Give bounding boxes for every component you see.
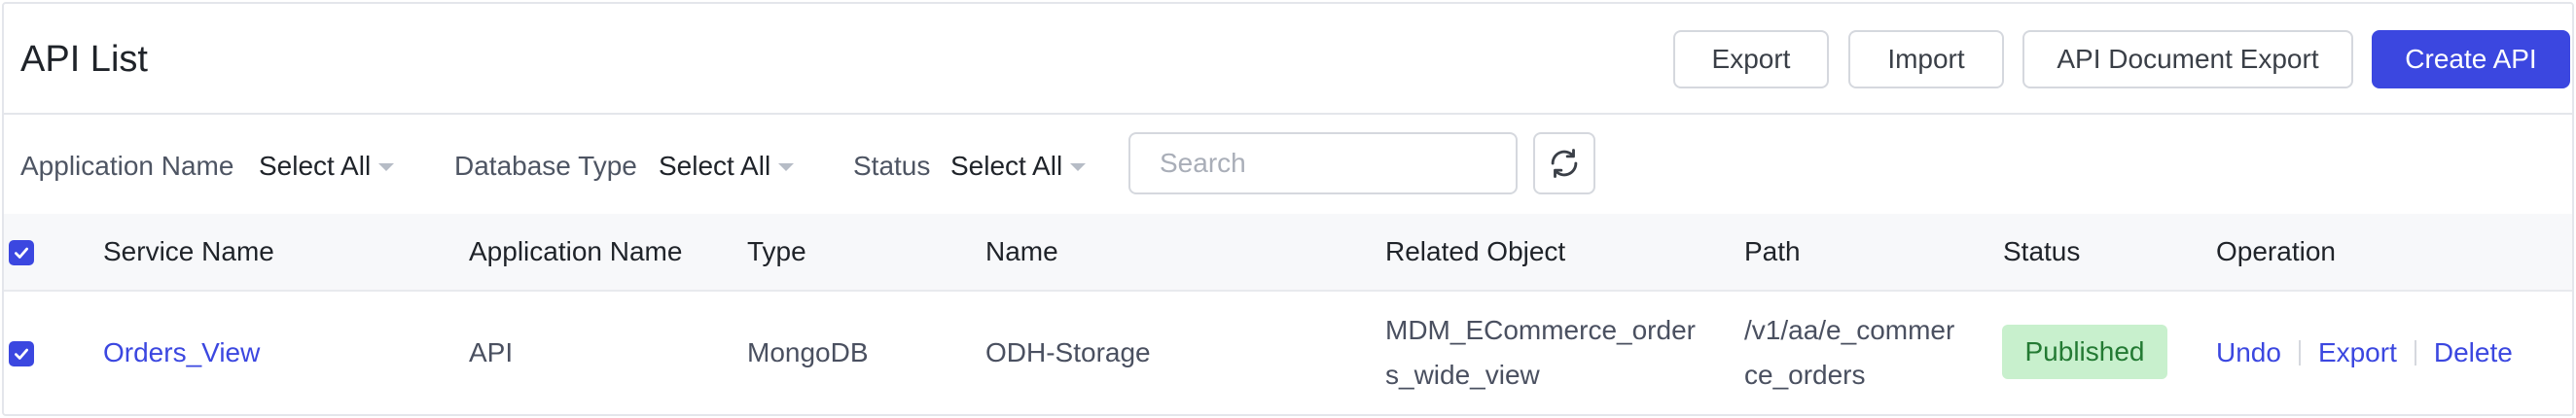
path-line: ce_orders: [1744, 360, 1866, 390]
delete-link[interactable]: Delete: [2434, 331, 2513, 375]
status-filter-label: Status: [853, 151, 931, 181]
api-document-export-button[interactable]: API Document Export: [2022, 30, 2353, 88]
caret-down-icon: [1070, 163, 1087, 171]
service-name-link[interactable]: Orders_View: [103, 331, 260, 375]
application-name-filter-value: Select All: [259, 151, 372, 181]
column-header-application-name: Application Name: [469, 236, 683, 266]
column-header-status: Status: [2003, 236, 2081, 266]
caret-down-icon: [378, 163, 395, 171]
table-row: Orders_View API MongoDB ODH-Storage MDM_…: [4, 292, 2572, 414]
column-header-type: Type: [747, 236, 806, 266]
status-filter-select[interactable]: Select All: [950, 150, 1087, 183]
status-badge: Published: [2002, 325, 2167, 379]
database-type-filter-select[interactable]: Select All: [659, 150, 795, 183]
export-link[interactable]: Export: [2318, 331, 2397, 375]
path-cell: /v1/aa/e_commer ce_orders: [1744, 308, 1954, 398]
refresh-icon: [1551, 149, 1578, 178]
page-title: API List: [20, 39, 148, 80]
api-list-panel: API List Export Import API Document Expo…: [2, 2, 2574, 416]
column-header-operation: Operation: [2216, 236, 2336, 266]
caret-down-icon: [778, 163, 795, 171]
related-object-line: s_wide_view: [1385, 360, 1540, 390]
create-api-button[interactable]: Create API: [2372, 30, 2570, 88]
application-name-cell: API: [469, 337, 514, 367]
table-header: Service Name Application Name Type Name …: [4, 214, 2572, 292]
refresh-button[interactable]: [1533, 132, 1595, 194]
name-cell: ODH-Storage: [985, 337, 1151, 367]
page-header: API List Export Import API Document Expo…: [4, 4, 2572, 115]
operation-cell: Undo Export Delete: [2216, 331, 2513, 375]
related-object-cell: MDM_ECommerce_order s_wide_view: [1385, 308, 1696, 398]
column-header-name: Name: [985, 236, 1058, 266]
divider: [2414, 340, 2416, 366]
database-type-filter-label: Database Type: [454, 151, 637, 181]
divider: [2298, 340, 2301, 366]
select-all-checkbox[interactable]: [9, 240, 34, 265]
path-line: /v1/aa/e_commer: [1744, 315, 1955, 345]
related-object-line: MDM_ECommerce_order: [1385, 315, 1696, 345]
column-header-related-object: Related Object: [1385, 236, 1566, 266]
column-header-service-name: Service Name: [103, 236, 274, 266]
undo-link[interactable]: Undo: [2216, 331, 2281, 375]
column-header-path: Path: [1744, 236, 1801, 266]
check-icon: [15, 348, 28, 360]
check-icon: [15, 247, 28, 259]
search-input[interactable]: [1128, 132, 1518, 194]
row-checkbox[interactable]: [9, 341, 34, 366]
filter-bar: Application Name Select All Database Typ…: [4, 117, 2572, 214]
export-button[interactable]: Export: [1673, 30, 1829, 88]
database-type-filter-value: Select All: [659, 151, 771, 181]
import-button[interactable]: Import: [1848, 30, 2004, 88]
type-cell: MongoDB: [747, 337, 869, 367]
status-filter-value: Select All: [950, 151, 1063, 181]
application-name-filter-select[interactable]: Select All: [259, 150, 395, 183]
application-name-filter-label: Application Name: [20, 151, 234, 181]
